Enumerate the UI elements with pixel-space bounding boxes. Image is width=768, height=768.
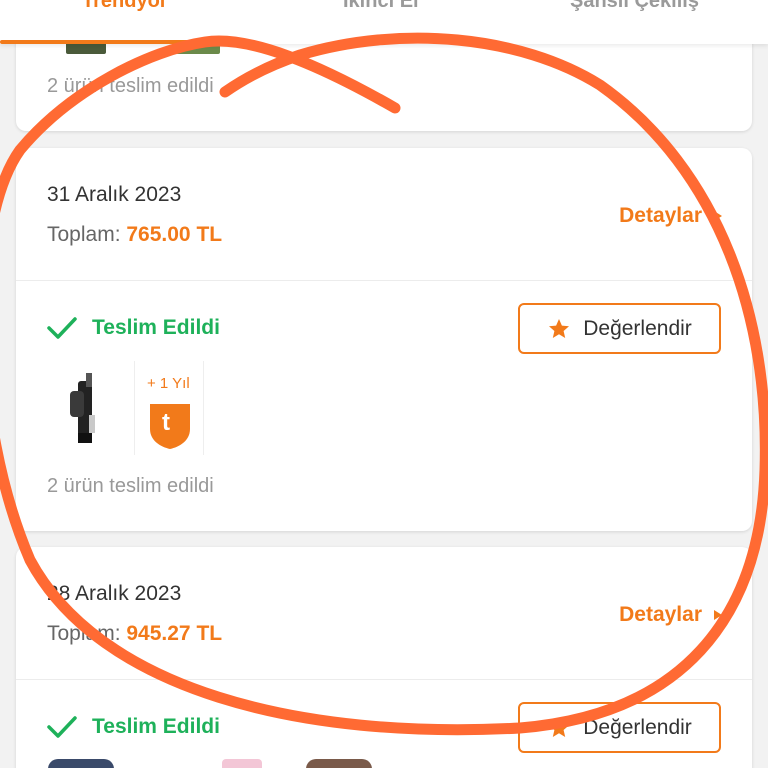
caret-right-icon bbox=[714, 211, 722, 221]
order-date: 31 Aralık 2023 bbox=[47, 183, 182, 206]
product-thumbnail bbox=[222, 759, 262, 768]
warranty-label: + 1 Yıl bbox=[147, 375, 190, 392]
rate-label: Değerlendir bbox=[583, 316, 692, 340]
order-date: 28 Aralık 2023 bbox=[47, 582, 182, 605]
top-tab-bar: Trendyol İkinci El Şanslı Çekiliş bbox=[0, 0, 768, 44]
product-thumbnail bbox=[56, 363, 116, 455]
warranty-letter: t bbox=[162, 409, 170, 436]
divider bbox=[16, 280, 752, 281]
rate-label: Değerlendir bbox=[583, 715, 692, 739]
product-thumbnail bbox=[306, 759, 372, 768]
details-label: Detaylar bbox=[619, 603, 702, 626]
order-card[interactable]: 31 Aralık 2023 Toplam: 765.00 TL Detayla… bbox=[16, 148, 752, 531]
total-label: Toplam: bbox=[47, 622, 121, 645]
star-icon bbox=[549, 717, 570, 737]
status-label: Teslim Edildi bbox=[92, 316, 220, 339]
warranty-thumbnail: + 1 Yıl t bbox=[134, 361, 204, 455]
product-image bbox=[70, 373, 95, 443]
details-link[interactable]: Detaylar bbox=[619, 204, 722, 228]
check-icon bbox=[47, 317, 77, 339]
shield-icon bbox=[150, 404, 190, 449]
rate-button[interactable]: Değerlendir bbox=[518, 702, 721, 753]
active-tab-indicator bbox=[0, 40, 250, 44]
product-thumbnail bbox=[48, 759, 114, 768]
rate-button[interactable]: Değerlendir bbox=[518, 303, 721, 354]
star-icon bbox=[549, 318, 570, 338]
status-label: Teslim Edildi bbox=[92, 715, 220, 738]
total-label: Toplam: bbox=[47, 223, 121, 246]
order-total: Toplam: 945.27 TL bbox=[47, 622, 222, 646]
delivered-count: 2 ürün teslim edildi bbox=[47, 475, 214, 497]
tab-sansli-cekilis[interactable]: Şanslı Çekiliş bbox=[570, 0, 699, 13]
tab-trendyol[interactable]: Trendyol bbox=[82, 0, 165, 13]
order-card[interactable]: 28 Aralık 2023 Toplam: 945.27 TL Detayla… bbox=[16, 547, 752, 768]
details-link[interactable]: Detaylar bbox=[619, 603, 722, 627]
delivery-status: Teslim Edildi bbox=[46, 315, 220, 341]
caret-right-icon bbox=[714, 610, 722, 620]
order-total: Toplam: 765.00 TL bbox=[47, 223, 222, 247]
delivery-status: Teslim Edildi bbox=[46, 714, 220, 740]
details-label: Detaylar bbox=[619, 204, 702, 227]
divider bbox=[16, 679, 752, 680]
check-icon bbox=[47, 716, 77, 738]
tab-ikinci-el[interactable]: İkinci El bbox=[343, 0, 419, 13]
delivered-count: 2 ürün teslim edildi bbox=[47, 75, 214, 97]
total-amount: 765.00 TL bbox=[126, 223, 223, 246]
total-amount: 945.27 TL bbox=[126, 622, 223, 645]
